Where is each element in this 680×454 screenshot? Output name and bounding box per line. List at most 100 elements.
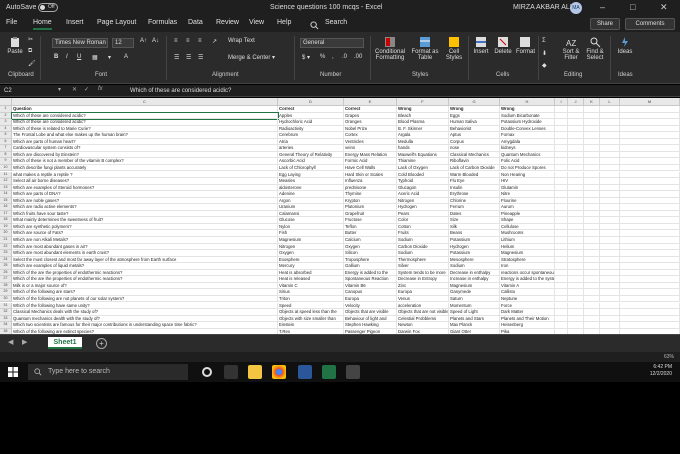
empty-cell[interactable] xyxy=(584,132,600,139)
find-select-button[interactable]: Find & Select xyxy=(584,36,606,61)
tab-data[interactable]: Data xyxy=(188,19,203,26)
table-cell[interactable]: Fish xyxy=(278,230,344,237)
ideas-button[interactable]: Ideas xyxy=(616,36,634,55)
row-header[interactable]: 30 xyxy=(0,295,12,303)
tab-page-layout[interactable]: Page Layout xyxy=(97,19,136,26)
table-cell[interactable]: Have Cell Walls xyxy=(344,164,397,172)
align-middle-icon[interactable]: ≡ xyxy=(186,38,190,44)
enter-icon[interactable]: ✓ xyxy=(84,86,89,93)
format-as-table-button[interactable]: Format as Table xyxy=(410,36,440,61)
prev-sheet-icon[interactable]: ◀ xyxy=(8,338,13,346)
table-cell[interactable]: Sodium xyxy=(449,263,500,270)
paste-button[interactable]: Paste xyxy=(5,36,25,55)
tab-insert[interactable]: Insert xyxy=(66,19,84,26)
autosave-toggle[interactable]: Off xyxy=(38,3,58,12)
format-cells-button[interactable]: Format xyxy=(516,36,535,55)
merge-center-button[interactable]: Merge & Center ▾ xyxy=(228,54,275,61)
close-icon[interactable]: ✕ xyxy=(660,2,668,13)
empty-cell[interactable] xyxy=(568,164,584,172)
italic-button[interactable]: I xyxy=(66,54,68,60)
column-header-k[interactable]: K xyxy=(584,98,600,106)
empty-cell[interactable] xyxy=(620,197,680,205)
column-header-h[interactable]: H xyxy=(500,98,555,106)
tab-formulas[interactable]: Formulas xyxy=(148,19,177,26)
font-name-select[interactable]: Times New Roman xyxy=(52,38,108,48)
sheet-tab-sheet1[interactable]: Sheet1 xyxy=(48,337,82,349)
empty-cell[interactable] xyxy=(555,197,568,205)
cut-icon[interactable]: ✂ xyxy=(28,36,33,43)
delete-cells-button[interactable]: Delete xyxy=(494,36,512,55)
table-cell[interactable]: Europa xyxy=(344,295,397,303)
select-all-corner[interactable] xyxy=(0,98,12,106)
add-sheet-button[interactable]: + xyxy=(96,338,107,349)
minimize-icon[interactable]: – xyxy=(600,2,605,12)
decimal-increase-icon[interactable]: .0 xyxy=(342,54,347,60)
row-header[interactable]: 15 xyxy=(0,197,12,205)
table-cell[interactable]: Fornax xyxy=(500,132,555,139)
empty-cell[interactable] xyxy=(600,295,620,303)
fill-color-icon[interactable]: ▾ xyxy=(108,54,111,61)
task-view-icon[interactable] xyxy=(224,365,238,379)
maximize-icon[interactable]: □ xyxy=(630,2,635,12)
table-cell[interactable]: Lack of Carbon Dioxide xyxy=(449,164,500,172)
row-header[interactable]: 20 xyxy=(0,230,12,237)
app-icon[interactable] xyxy=(346,365,360,379)
currency-icon[interactable]: $ ▾ xyxy=(302,54,310,61)
empty-cell[interactable] xyxy=(555,132,568,139)
table-cell[interactable]: Flourine xyxy=(500,197,555,205)
zoom-level[interactable]: 63% xyxy=(664,354,674,360)
column-header-l[interactable]: L xyxy=(600,98,620,106)
comments-button[interactable]: Comments xyxy=(625,18,675,30)
table-cell[interactable]: Venus xyxy=(397,295,449,303)
copy-icon[interactable]: ⧉ xyxy=(28,48,32,55)
table-cell[interactable]: Gallium xyxy=(344,263,397,270)
empty-cell[interactable] xyxy=(600,230,620,237)
table-cell[interactable]: Which are examples of liquid metals? xyxy=(12,263,278,270)
table-cell[interactable]: Argon xyxy=(278,197,344,205)
table-cell[interactable]: Beans xyxy=(449,230,500,237)
table-cell[interactable]: The Frontal Lobe and what else makes up … xyxy=(12,132,278,139)
table-cell[interactable]: Argala xyxy=(397,132,449,139)
align-bottom-icon[interactable]: ≡ xyxy=(198,38,202,44)
windows-start-icon[interactable] xyxy=(8,367,18,377)
column-header-m[interactable]: M xyxy=(620,98,680,106)
row-header[interactable]: 10 xyxy=(0,164,12,172)
table-cell[interactable]: Krypton xyxy=(344,197,397,205)
taskbar-search[interactable]: Type here to search xyxy=(28,364,188,380)
insert-function-icon[interactable]: fx xyxy=(98,86,103,92)
column-header-c[interactable]: C xyxy=(12,98,278,106)
table-cell[interactable]: Lack of Chlorophyll xyxy=(278,164,344,172)
table-cell[interactable]: Silver xyxy=(397,263,449,270)
table-cell[interactable]: Mercury xyxy=(278,263,344,270)
empty-cell[interactable] xyxy=(620,164,680,172)
table-cell[interactable]: Which are source of Fats? xyxy=(12,230,278,237)
name-box-dropdown-icon[interactable]: ▾ xyxy=(58,86,61,93)
empty-cell[interactable] xyxy=(584,295,600,303)
row-header[interactable]: 25 xyxy=(0,263,12,270)
cancel-icon[interactable]: ✕ xyxy=(72,86,77,93)
empty-cell[interactable] xyxy=(568,230,584,237)
tab-file[interactable]: File xyxy=(6,19,17,26)
table-cell[interactable]: Neptune xyxy=(500,295,555,303)
decimal-decrease-icon[interactable]: .00 xyxy=(354,54,362,60)
empty-cell[interactable] xyxy=(620,132,680,139)
format-painter-icon[interactable]: 🖌 xyxy=(28,60,36,67)
orientation-icon[interactable]: ↗ xyxy=(212,38,217,45)
table-cell[interactable]: Cortex xyxy=(344,132,397,139)
table-cell[interactable]: Saturn xyxy=(449,295,500,303)
system-tray[interactable]: 6:42 PM 12/2/2020 xyxy=(650,364,672,378)
tab-help[interactable]: Help xyxy=(277,19,291,26)
empty-cell[interactable] xyxy=(584,230,600,237)
align-center-icon[interactable]: ☰ xyxy=(186,54,191,61)
table-cell[interactable]: Nitrogen xyxy=(397,197,449,205)
wrap-text-button[interactable]: Wrap Text xyxy=(228,38,255,44)
empty-cell[interactable] xyxy=(555,295,568,303)
table-cell[interactable]: Aptus xyxy=(449,132,500,139)
shrink-font-icon[interactable]: A↓ xyxy=(152,38,159,44)
empty-cell[interactable] xyxy=(600,164,620,172)
number-format-select[interactable]: General xyxy=(300,38,364,48)
sort-filter-button[interactable]: AZ Sort & Filter xyxy=(560,36,582,61)
table-cell[interactable]: Which are noble gases? xyxy=(12,197,278,205)
borders-icon[interactable]: ▦ xyxy=(92,54,98,61)
empty-cell[interactable] xyxy=(600,263,620,270)
